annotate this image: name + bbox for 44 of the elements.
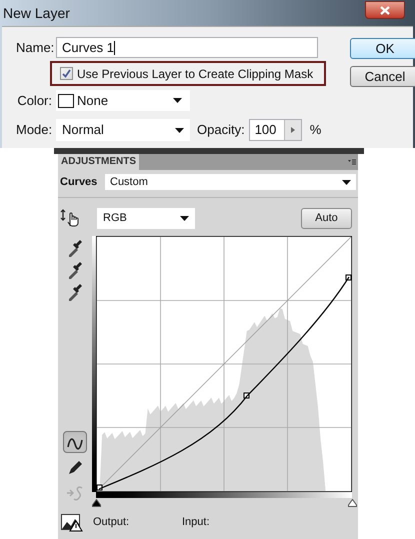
field-label: Opacity: [197,121,245,140]
slider-toggle-button[interactable] [284,120,301,140]
checkbox[interactable] [60,67,73,80]
output-label: Output: [93,515,130,530]
smooth-icon [65,484,85,504]
auto-button[interactable]: Auto [301,208,352,228]
input-slider-handle[interactable] [348,498,356,506]
curve-point[interactable] [244,392,250,398]
panel-tab[interactable]: ADJUSTMENTS [58,154,140,170]
field-label: Name: [16,38,52,57]
field-label: Mode: [16,121,52,140]
dropdown-caret-icon [342,180,351,185]
channel-dropdown[interactable]: RGB [97,208,195,228]
eyedropper-icon[interactable] [67,238,83,256]
dialog-button[interactable]: Cancel [350,66,415,87]
eyedropper-icon[interactable] [67,260,83,278]
dropdown-caret-icon [173,98,182,103]
unit-label: % [310,121,322,140]
panel-menu-icon[interactable] [348,159,356,165]
curve-point[interactable] [96,484,102,490]
dialog-button[interactable]: OK [350,38,415,59]
mode-dropdown[interactable]: Normal [56,119,190,141]
triangle-icon [290,127,295,133]
preset-dropdown[interactable]: Custom [105,174,356,190]
name-field[interactable]: Curves 1 [56,37,318,58]
clipping-warning-icon[interactable] [61,514,83,532]
close-icon [380,6,390,14]
curve-point[interactable] [346,274,352,280]
color-dropdown[interactable]: None [56,90,190,111]
check-icon [62,69,71,78]
dropdown-caret-icon [180,216,189,220]
curve-tool-button[interactable] [63,430,87,452]
eyedropper-icon[interactable] [67,282,83,300]
color-swatch [58,94,74,108]
opacity-field[interactable]: 100 [248,119,302,141]
field-label: Color: [16,92,52,110]
checkbox-label: Use Previous Layer to Create Clipping Mask [77,66,314,82]
adjustment-name: Curves [60,175,98,190]
input-label: Input: [182,515,210,530]
close-button[interactable] [365,1,405,19]
curves-graph[interactable] [96,236,352,492]
input-slider-handle[interactable] [92,498,100,506]
dropdown-caret-icon [175,128,184,132]
window-title: New Layer [3,4,70,23]
